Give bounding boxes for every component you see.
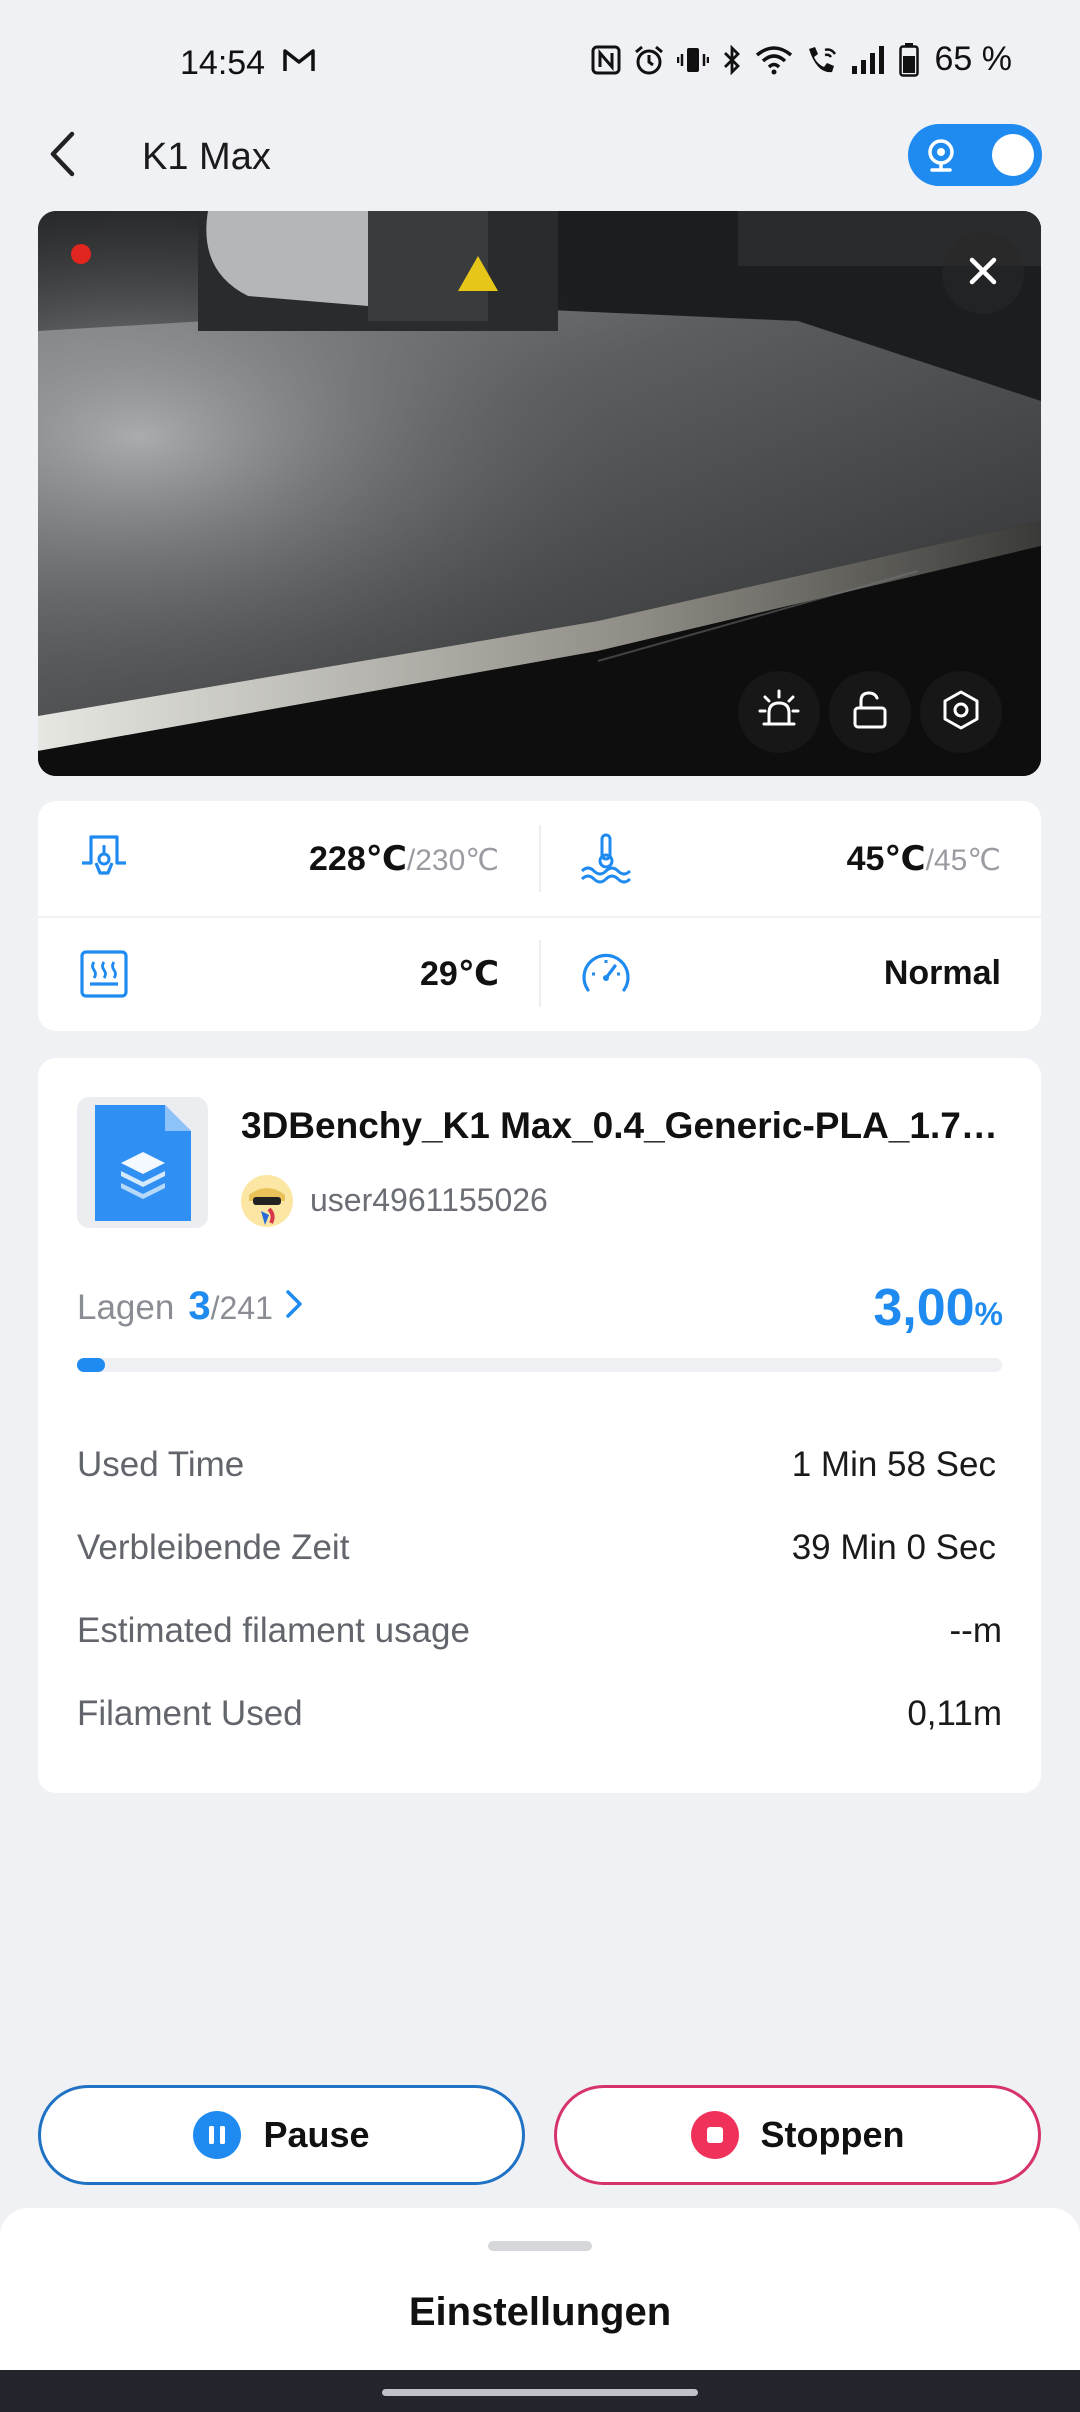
settings-icon (938, 687, 984, 738)
pause-button[interactable]: Pause (38, 2085, 525, 2185)
percent-unit: % (974, 1296, 1003, 1332)
stop-label: Stoppen (760, 2114, 905, 2155)
file-name: 3DBenchy_K1 Max_0.4_Generic-PLA_1.7… (241, 1105, 998, 1146)
current-layer: 3 (188, 1284, 211, 1328)
close-camera-button[interactable] (942, 232, 1024, 314)
stop-button[interactable]: Stoppen (554, 2085, 1041, 2185)
bed-target: /45℃ (925, 844, 1001, 877)
temperature-card: 228℃/230℃ 45℃/45℃ 29℃ Normal (38, 801, 1041, 1031)
layers-label: Lagen (77, 1288, 175, 1327)
chamber-current: 29℃ (420, 955, 499, 993)
stat-label: Verbleibende Zeit (77, 1528, 350, 1567)
layers-link[interactable]: Lagen 3 /241 (77, 1284, 303, 1329)
progress-percent: 3,00% (873, 1278, 1003, 1338)
status-bar: 14:54 65 % (0, 0, 1080, 130)
print-job-card: 3DBenchy_K1 Max_0.4_Generic-PLA_1.7… use… (38, 1058, 1041, 1793)
nfc-icon (591, 45, 621, 75)
speed-mode: Normal (883, 954, 1001, 992)
nozzle-current: 228℃ (309, 840, 407, 878)
user-name: user4961155026 (310, 1182, 548, 1218)
camera-toggle[interactable] (908, 124, 1042, 186)
sheet-drag-handle[interactable] (488, 2241, 592, 2251)
signal-icon (851, 45, 887, 75)
nozzle-temp[interactable]: 228℃/230℃ (38, 801, 539, 916)
pause-icon (193, 2111, 242, 2159)
chamber-icon (76, 946, 132, 1007)
toggle-knob (992, 134, 1034, 176)
page-title: K1 Max (142, 136, 271, 178)
camera-settings-button[interactable] (920, 671, 1002, 753)
status-time: 14:54 (180, 44, 266, 82)
progress-bar (77, 1358, 1002, 1372)
stat-label: Used Time (77, 1445, 245, 1484)
stat-filament-used: Filament Used 0,11m (77, 1694, 1002, 1744)
total-layers: /241 (210, 1290, 273, 1326)
file-thumbnail (77, 1097, 208, 1228)
stat-value: --m (949, 1611, 1002, 1650)
print-speed[interactable]: Normal (540, 916, 1041, 1031)
chevron-right-icon (285, 1288, 303, 1328)
stat-estimated-filament: Estimated filament usage --m (77, 1611, 1002, 1661)
status-icons: 65 % (591, 40, 1013, 79)
battery-percent: 65 % (934, 40, 1013, 78)
camera-feed[interactable] (38, 211, 1041, 776)
sheet-title: Einstellungen (408, 2290, 672, 2334)
percent-value: 3,00 (873, 1279, 975, 1337)
wifi-icon (755, 45, 793, 75)
unlock-icon (847, 687, 893, 738)
stat-used-time: Used Time 1 Min 58 Sec (77, 1445, 1002, 1495)
bed-current: 45℃ (846, 840, 926, 878)
stat-label: Estimated filament usage (77, 1611, 470, 1650)
stat-value: 1 Min 58 Sec (791, 1445, 996, 1484)
pause-label: Pause (263, 2114, 370, 2155)
back-arrow-icon (48, 131, 76, 182)
stop-icon (690, 2111, 739, 2159)
chamber-temp[interactable]: 29℃ (38, 916, 539, 1031)
home-gesture-bar[interactable] (382, 2389, 698, 2396)
bed-heat-icon (578, 831, 634, 892)
bluetooth-icon (721, 44, 743, 76)
light-button[interactable] (738, 671, 820, 753)
recording-indicator (71, 244, 91, 264)
stat-label: Filament Used (77, 1694, 303, 1733)
system-nav-bar (0, 2370, 1080, 2412)
progress-fill (77, 1358, 105, 1372)
webcam-icon (922, 136, 960, 179)
light-icon (756, 687, 802, 738)
bed-temp[interactable]: 45℃/45℃ (540, 801, 1041, 916)
wifi-call-icon (805, 44, 839, 76)
app-header: K1 Max (0, 120, 1080, 192)
settings-sheet[interactable]: Einstellungen (0, 2208, 1080, 2370)
lock-button[interactable] (829, 671, 911, 753)
stat-value: 0,11m (907, 1694, 1002, 1733)
speedometer-icon (578, 946, 634, 1007)
alarm-icon (633, 44, 665, 76)
avatar (241, 1175, 293, 1227)
gmail-icon (282, 46, 318, 76)
stat-remaining-time: Verbleibende Zeit 39 Min 0 Sec (77, 1528, 1002, 1578)
close-icon (968, 256, 998, 291)
vibrate-icon (676, 44, 709, 76)
battery-icon (898, 42, 919, 77)
back-button[interactable] (34, 128, 90, 184)
stat-value: 39 Min 0 Sec (791, 1528, 996, 1567)
nozzle-target: /230℃ (406, 844, 499, 877)
nozzle-icon (76, 831, 132, 892)
